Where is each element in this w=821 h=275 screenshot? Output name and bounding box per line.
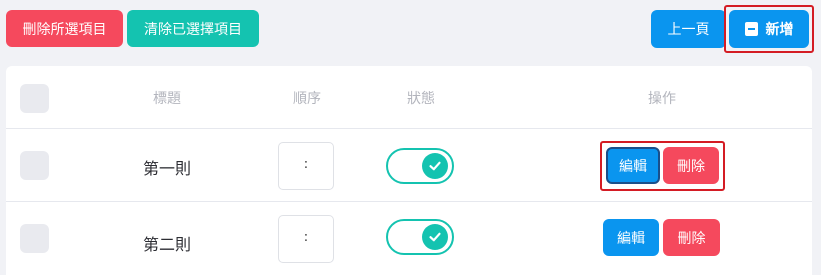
table-row: 第一則 : 編輯 刪除 [6, 130, 812, 202]
row-title: 第二則 [142, 235, 192, 254]
check-icon [422, 224, 448, 250]
row-checkbox[interactable] [20, 224, 49, 253]
edit-button[interactable]: 編輯 [606, 147, 660, 184]
items-table: 標題 順序 狀態 操作 第一則 : 編輯 刪除 第二則 : 編輯 刪除 [6, 66, 812, 275]
order-input[interactable]: : [278, 142, 334, 190]
header-status: 狀態 [407, 91, 435, 107]
check-icon [422, 153, 448, 179]
clear-selected-button[interactable]: 清除已選擇項目 [127, 10, 259, 47]
add-button-highlight: 新增 [724, 5, 814, 53]
previous-page-button[interactable]: 上一頁 [651, 10, 726, 48]
delete-button[interactable]: 刪除 [663, 219, 720, 256]
add-button[interactable]: 新增 [729, 10, 809, 48]
table-header: 標題 順序 狀態 操作 [6, 66, 812, 129]
table-row: 第二則 : 編輯 刪除 [6, 203, 812, 275]
header-order: 順序 [293, 91, 321, 107]
status-toggle[interactable] [386, 219, 454, 255]
delete-button[interactable]: 刪除 [663, 147, 719, 184]
page: 刪除所選項目 清除已選擇項目 上一頁 新增 標題 順序 狀態 操作 第一則 : [0, 0, 821, 275]
add-button-label: 新增 [765, 22, 794, 38]
status-toggle[interactable] [386, 148, 454, 184]
order-input[interactable]: : [278, 215, 334, 263]
select-all-checkbox[interactable] [20, 84, 49, 113]
delete-selected-button[interactable]: 刪除所選項目 [6, 10, 123, 47]
header-title: 標題 [153, 91, 181, 107]
document-icon [744, 22, 758, 36]
edit-button[interactable]: 編輯 [603, 219, 659, 256]
row-title: 第一則 [142, 159, 192, 178]
row-checkbox[interactable] [20, 151, 49, 180]
header-actions: 操作 [648, 91, 676, 107]
row-actions-highlight: 編輯 刪除 [600, 141, 725, 191]
